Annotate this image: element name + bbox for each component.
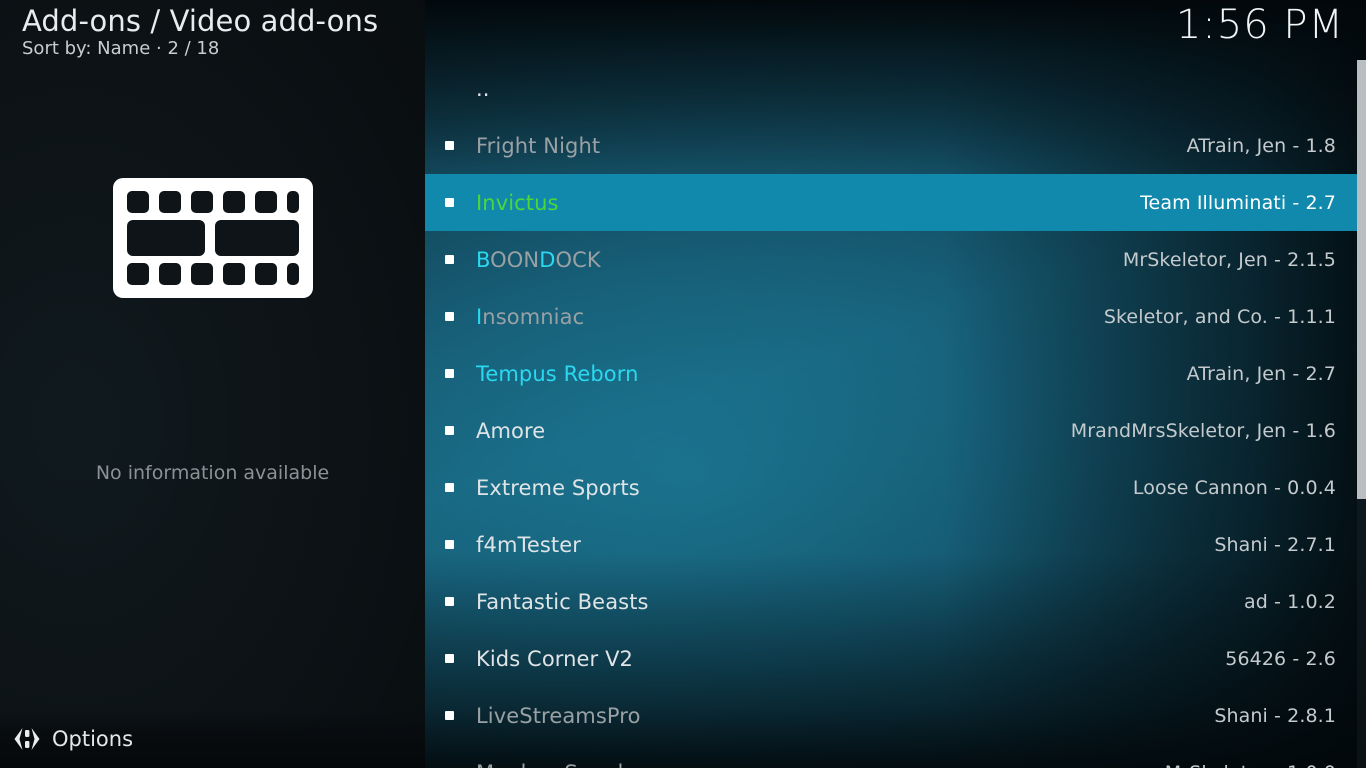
list-item[interactable]: Tempus Reborn ATrain, Jen - 2.7 — [425, 345, 1366, 402]
options-label: Options — [52, 727, 134, 751]
list-item-version: Skeletor, and Co. - 1.1.1 — [1103, 305, 1336, 328]
list-item-marker — [445, 255, 454, 264]
no-information-label: No information available — [95, 462, 330, 484]
clock: 1:56 PM — [1175, 2, 1344, 48]
film-strip-icon — [112, 178, 313, 298]
list-item[interactable]: Insomniac Skeletor, and Co. - 1.1.1 — [425, 288, 1366, 345]
list-item-marker — [445, 198, 454, 207]
list-item-label: Insomniac — [476, 304, 585, 329]
info-panel: Add-ons / Video add-ons Sort by: Name · … — [0, 0, 425, 768]
list-item[interactable]: BOONDOCK MrSkeletor, Jen - 2.1.5 — [425, 231, 1366, 288]
list-item-label: Fright Night — [476, 133, 601, 158]
list-item-marker — [445, 369, 454, 378]
list-item[interactable]: LiveStreamsPro Shani - 2.8.1 — [425, 687, 1366, 744]
scrollbar-thumb[interactable] — [1357, 60, 1366, 499]
list-item-version: Shani - 2.8.1 — [1214, 704, 1336, 727]
list-item[interactable]: Fright Night ATrain, Jen - 1.8 — [425, 117, 1366, 174]
list-item-version: Loose Cannon - 0.0.4 — [1132, 476, 1336, 499]
list-item-version: Shani - 2.7.1 — [1214, 533, 1336, 556]
left-right-arrows-icon — [14, 728, 40, 750]
addon-list-panel: 1:56 PM .. Fright Night ATrain, Jen - 1.8 I… — [425, 0, 1366, 768]
list-item-marker — [445, 426, 454, 435]
list-item-label: Kids Corner V2 — [476, 646, 633, 671]
list-item-label: .. — [476, 76, 490, 101]
list-item[interactable]: Invictus Team Illuminati - 2.7 — [425, 174, 1366, 231]
list-item-label: Monkey Spank — [476, 761, 630, 768]
list-scrollbar[interactable] — [1357, 60, 1366, 768]
list-item[interactable]: Amore MrandMrsSkeletor, Jen - 1.6 — [425, 402, 1366, 459]
list-item-version: Team Illuminati - 2.7 — [1140, 191, 1336, 214]
list-item-label: Invictus — [476, 190, 559, 215]
list-item-marker — [445, 540, 454, 549]
list-item[interactable]: Monkey Spank MrSkeletor - 1.0.0 — [425, 744, 1366, 768]
list-item-label: BOONDOCK — [476, 247, 601, 272]
list-item-label: Extreme Sports — [476, 475, 640, 500]
list-item-label: Amore — [476, 418, 546, 443]
list-item-version: MrSkeletor, Jen - 2.1.5 — [1122, 248, 1336, 271]
addon-list[interactable]: .. Fright Night ATrain, Jen - 1.8 Invictus T… — [425, 60, 1366, 768]
list-item[interactable]: .. — [425, 60, 1366, 117]
list-item-version: ATrain, Jen - 2.7 — [1186, 362, 1336, 385]
list-item-label: Fantastic Beasts — [476, 589, 649, 614]
sort-and-count-label: Sort by: Name · 2 / 18 — [22, 38, 220, 59]
list-item-label: Tempus Reborn — [476, 361, 639, 386]
list-item-marker — [445, 141, 454, 150]
addon-artwork — [0, 176, 425, 300]
list-item-label: f4mTester — [476, 532, 582, 557]
list-item[interactable]: f4mTester Shani - 2.7.1 — [425, 516, 1366, 573]
list-item-version: 56426 - 2.6 — [1225, 647, 1336, 670]
list-item[interactable]: Extreme Sports Loose Cannon - 0.0.4 — [425, 459, 1366, 516]
list-item[interactable]: Fantastic Beasts ad - 1.0.2 — [425, 573, 1366, 630]
list-item-marker — [445, 312, 454, 321]
list-item-version: ATrain, Jen - 1.8 — [1186, 134, 1336, 157]
page-title: Add-ons / Video add-ons — [22, 4, 379, 38]
list-item-marker — [445, 654, 454, 663]
kodi-window: Add-ons / Video add-ons Sort by: Name · … — [0, 0, 1366, 768]
options-button[interactable]: Options — [0, 710, 425, 768]
list-item-marker — [445, 483, 454, 492]
list-item-marker — [445, 597, 454, 606]
list-item-version: MrSkeletor - 1.0.0 — [1165, 762, 1336, 768]
list-item[interactable]: Kids Corner V2 56426 - 2.6 — [425, 630, 1366, 687]
list-item-marker — [445, 711, 454, 720]
list-item-version: MrandMrsSkeletor, Jen - 1.6 — [1070, 419, 1336, 442]
list-item-version: ad - 1.0.2 — [1244, 590, 1336, 613]
list-item-label: LiveStreamsPro — [476, 703, 641, 728]
page-header: Add-ons / Video add-ons Sort by: Name · … — [0, 0, 425, 62]
